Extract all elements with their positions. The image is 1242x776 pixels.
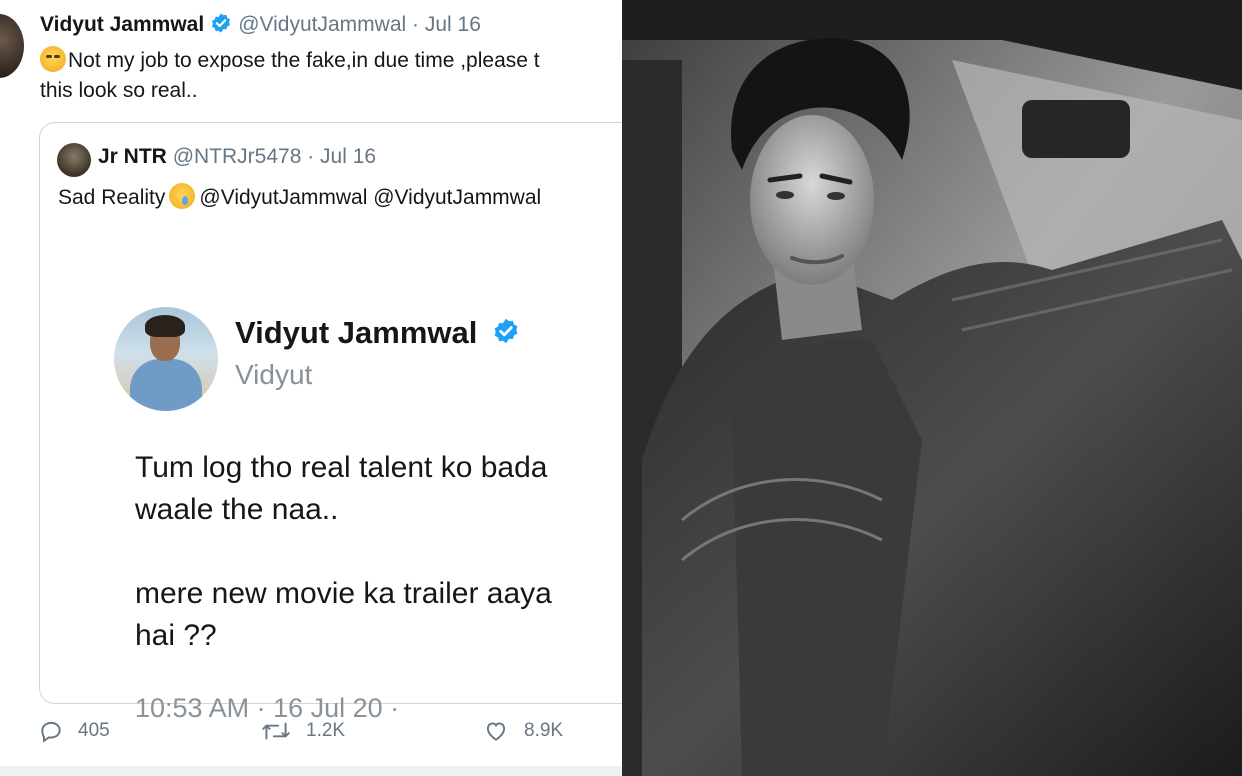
author-name[interactable]: Vidyut Jammwal — [40, 13, 204, 36]
laughing-emoji-icon — [40, 46, 66, 72]
like-action[interactable]: 8.9K — [482, 718, 563, 744]
heart-icon[interactable] — [482, 718, 510, 744]
tweet-screenshot: Vidyut Jammwal @VidyutJammwal · Jul 16 N… — [0, 0, 622, 776]
retweet-count: 1.2K — [306, 720, 346, 741]
bw-portrait-photo — [622, 0, 1242, 776]
quote-author-name: Jr NTR — [98, 145, 167, 168]
inner-verified-badge-icon — [492, 317, 520, 353]
tweet-text: Not my job to expose the fake,in due tim… — [40, 46, 622, 106]
quote-date: · Jul 16 — [307, 145, 377, 168]
inner-handle: Vidyut — [235, 359, 313, 390]
quote-text: Sad Reality @VidyutJammwal @VidyutJammwal — [58, 183, 541, 210]
reply-action[interactable]: 405 — [38, 718, 110, 744]
divider — [0, 766, 622, 776]
inner-author-name-text: Vidyut Jammwal — [235, 315, 478, 350]
tweet-date[interactable]: · Jul 16 — [412, 13, 481, 36]
verified-badge-icon — [210, 12, 232, 40]
tweet-text-line1: Not my job to expose the fake,in due tim… — [68, 49, 540, 72]
inner-avatar — [114, 307, 218, 411]
quote-mentions: @VidyutJammwal @VidyutJammwal — [199, 186, 542, 209]
quote-header: Jr NTR @NTRJr5478 · Jul 16 — [98, 145, 376, 169]
portrait-illustration — [622, 0, 1242, 776]
author-avatar[interactable] — [0, 14, 24, 78]
reply-count: 405 — [78, 720, 110, 741]
quote-text-prefix: Sad Reality — [58, 186, 166, 209]
inner-body-text: Tum log tho real talent ko bada waale th… — [135, 451, 552, 652]
quote-author-handle: @NTRJr5478 — [172, 145, 302, 168]
retweet-action[interactable]: 1.2K — [260, 718, 345, 744]
quote-author-avatar — [57, 143, 91, 177]
like-count: 8.9K — [524, 720, 564, 741]
tweet-header: Vidyut Jammwal @VidyutJammwal · Jul 16 — [40, 12, 481, 40]
reply-icon[interactable] — [38, 718, 64, 744]
tweet-text-line2: this look so real.. — [40, 79, 198, 102]
quoted-tweet-card[interactable]: Jr NTR @NTRJr5478 · Jul 16 Sad Reality @V… — [39, 122, 622, 723]
inner-author-name: Vidyut Jammwal — [235, 315, 526, 353]
quoted-image: Vidyut Jammwal Vidyut Tum log tho real t… — [40, 235, 622, 723]
retweet-icon[interactable] — [260, 718, 292, 744]
author-handle[interactable]: @VidyutJammwal — [238, 13, 406, 36]
sad-tear-emoji-icon — [169, 183, 196, 209]
tweet-actions: 405 1.2K 8.9K — [38, 718, 622, 754]
